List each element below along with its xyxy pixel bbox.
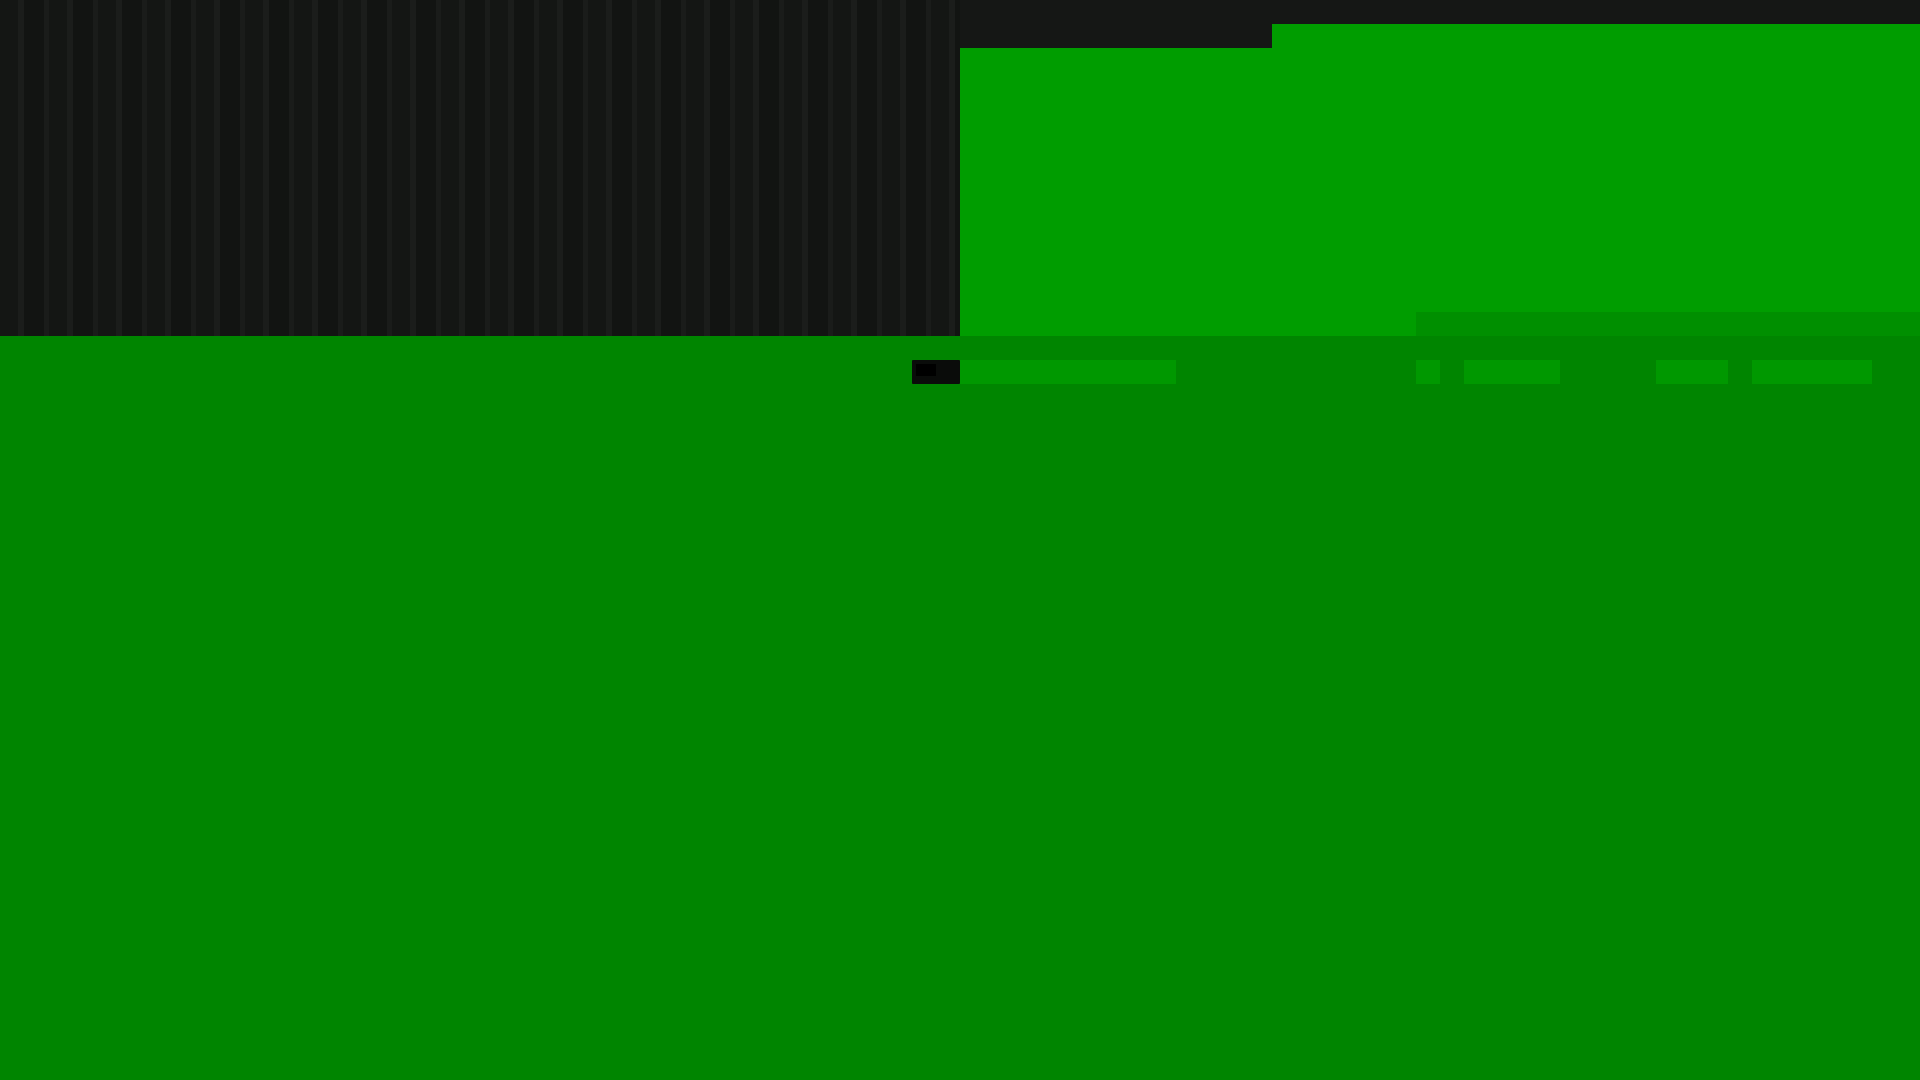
main-green-area: [0, 384, 1920, 1080]
dark-chip-button[interactable]: [912, 360, 960, 384]
bright-green-panel-upper: [1272, 24, 1920, 48]
bright-green-step: [1416, 312, 1920, 336]
top-strip: [960, 0, 1920, 24]
top-strip-mid: [960, 24, 1272, 48]
bright-green-panel: [960, 48, 1920, 336]
dark-chip-icon: [916, 364, 936, 376]
control-row: [0, 360, 1920, 384]
green-bar-control-4[interactable]: [1656, 360, 1728, 384]
green-bar-control-5[interactable]: [1752, 360, 1872, 384]
green-bar-control-2[interactable]: [1416, 360, 1440, 384]
green-bar-control-3[interactable]: [1464, 360, 1560, 384]
screen: [0, 0, 1920, 1080]
green-bar-control-1[interactable]: [960, 360, 1176, 384]
dark-video-panel: [0, 0, 960, 336]
